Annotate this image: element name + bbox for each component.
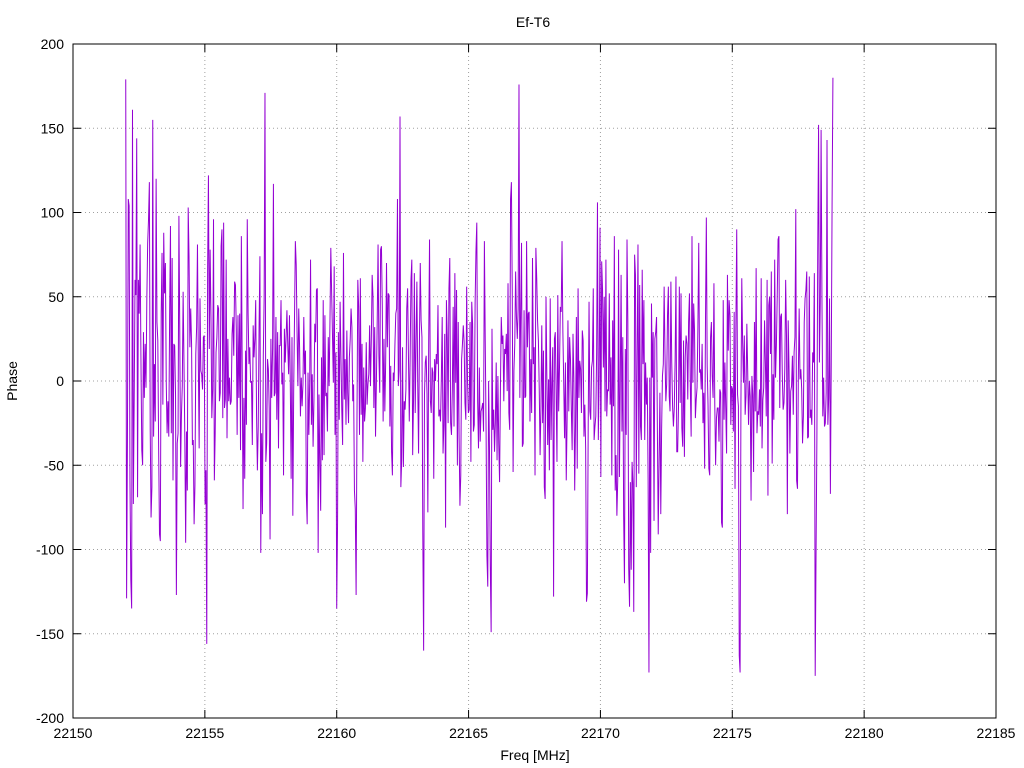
y-tick-label: -50 (44, 457, 64, 473)
y-tick-label: 0 (56, 373, 64, 389)
chart-root: 22150 22155 22160 22165 22170 22175 22180 22185… (0, 0, 1024, 768)
x-tick-label: 22170 (581, 725, 620, 741)
x-tick-label: 22165 (449, 725, 488, 741)
y-axis-label: Phase (4, 361, 20, 401)
x-tick-label: 22175 (713, 725, 752, 741)
y-tick-label: 50 (48, 289, 64, 305)
x-tick-label: 22150 (54, 725, 93, 741)
phase-line-chart: 22150 22155 22160 22165 22170 22175 22180 22185… (0, 0, 1024, 768)
x-tick-label: 22155 (185, 725, 224, 741)
y-tick-label: 150 (41, 120, 65, 136)
y-tick-label: -100 (36, 542, 64, 558)
x-axis-label: Freq [MHz] (500, 747, 569, 763)
y-tick-label: -200 (36, 710, 64, 726)
y-tick-label: 200 (41, 36, 65, 52)
x-tick-label: 22185 (977, 725, 1016, 741)
y-tick-label: -150 (36, 626, 64, 642)
y-tick-label: 100 (41, 205, 65, 221)
chart-title: Ef-T6 (516, 14, 550, 30)
x-tick-label: 22160 (317, 725, 356, 741)
x-tick-label: 22180 (845, 725, 884, 741)
